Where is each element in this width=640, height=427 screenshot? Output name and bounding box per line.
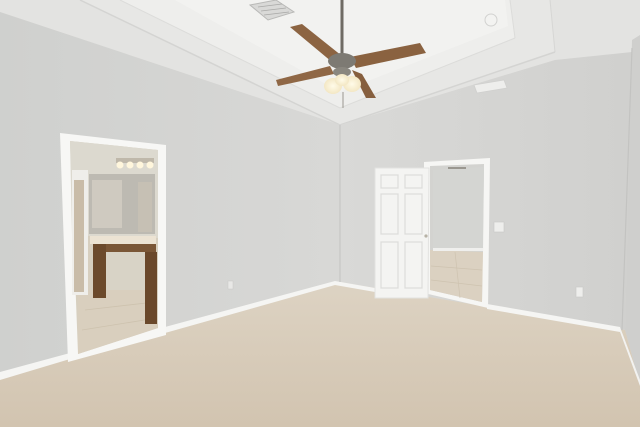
vanity-back-wall: [106, 252, 145, 290]
vanity-cabinet: [93, 244, 106, 298]
mirror-reflection: [92, 180, 122, 228]
bathroom-inner-door: [74, 180, 84, 292]
hallway-baseboard: [433, 248, 483, 251]
wall-outlet: [575, 286, 584, 298]
vanity-cabinet-lower: [145, 252, 157, 324]
vanity-bulb: [126, 161, 134, 169]
vanity-bulb: [136, 161, 144, 169]
hallway-ceiling-light: [448, 167, 466, 169]
vanity-bulb: [146, 161, 154, 169]
door-knob: [424, 234, 428, 238]
mirror-reflection-door: [138, 182, 152, 232]
wall-outlet: [227, 280, 234, 290]
vanity-cabinet-side: [106, 244, 156, 252]
smoke-detector: [484, 13, 498, 27]
hallway-wall: [433, 167, 484, 252]
room-photo: [0, 0, 640, 427]
fan-light-globe: [335, 74, 349, 86]
fan-motor-housing: [328, 53, 356, 69]
light-switch: [493, 221, 505, 233]
vanity-bulb: [116, 161, 124, 169]
vanity-countertop: [90, 236, 156, 244]
